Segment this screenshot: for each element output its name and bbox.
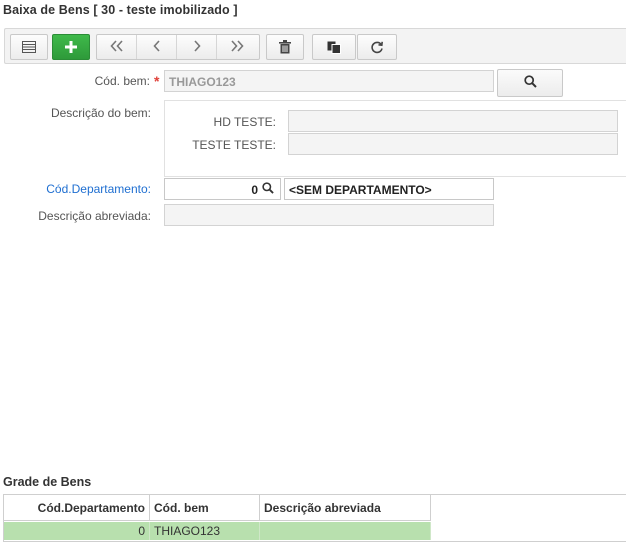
grid-cell	[260, 522, 431, 540]
delete-icon	[279, 40, 291, 54]
descricao-abreviada-label: Descrição abreviada:	[38, 209, 151, 223]
next-record-button[interactable]	[177, 35, 217, 59]
grid-cell: THIAGO123	[150, 522, 260, 540]
descricao-bem-label: Descrição do bem:	[50, 106, 151, 120]
required-mark: *	[154, 73, 160, 89]
cod-bem-field[interactable]: THIAGO123	[164, 70, 494, 92]
table-row[interactable]: 0 THIAGO123	[4, 522, 431, 540]
grid-cell: 0	[4, 522, 150, 540]
cod-departamento-link[interactable]: Cód.Departamento:	[20, 182, 151, 196]
copy-icon	[327, 41, 341, 54]
teste-teste-field[interactable]	[288, 133, 618, 155]
column-header[interactable]: Descrição abreviada	[260, 495, 431, 521]
hd-teste-field[interactable]	[288, 110, 618, 132]
first-icon	[109, 39, 124, 55]
copy-button[interactable]	[312, 34, 356, 60]
last-icon	[230, 39, 244, 55]
add-button[interactable]	[52, 34, 90, 60]
grid-header: Cód.Departamento Cód. bem Descrição abre…	[4, 495, 431, 521]
search-icon	[523, 75, 537, 91]
list-icon	[22, 41, 36, 53]
refresh-icon	[370, 40, 384, 54]
departamento-description-field: <SEM DEPARTAMENTO>	[284, 178, 494, 200]
previous-icon	[152, 39, 162, 55]
navigation-group	[96, 34, 260, 60]
teste-teste-label: TESTE TESTE:	[192, 138, 276, 152]
first-record-button[interactable]	[97, 35, 137, 59]
descricao-abreviada-field[interactable]	[164, 204, 494, 226]
bens-grid: Cód.Departamento Cód. bem Descrição abre…	[3, 494, 626, 542]
cod-bem-label: Cód. bem:	[94, 74, 150, 88]
grid-title: Grade de Bens	[3, 475, 92, 489]
next-icon	[192, 39, 202, 55]
toolbar	[4, 28, 626, 64]
list-view-button[interactable]	[10, 34, 48, 60]
previous-record-button[interactable]	[137, 35, 177, 59]
add-icon	[64, 40, 78, 54]
column-header[interactable]: Cód. bem	[150, 495, 260, 521]
refresh-button[interactable]	[357, 34, 397, 60]
delete-button[interactable]	[266, 34, 304, 60]
column-header[interactable]: Cód.Departamento	[4, 495, 150, 521]
last-record-button[interactable]	[217, 35, 257, 59]
search-bem-button[interactable]	[497, 69, 563, 97]
departamento-search-icon[interactable]	[262, 182, 274, 197]
hd-teste-label: HD TESTE:	[213, 115, 276, 129]
window-title: Baixa de Bens [ 30 - teste imobilizado ]	[3, 3, 238, 17]
